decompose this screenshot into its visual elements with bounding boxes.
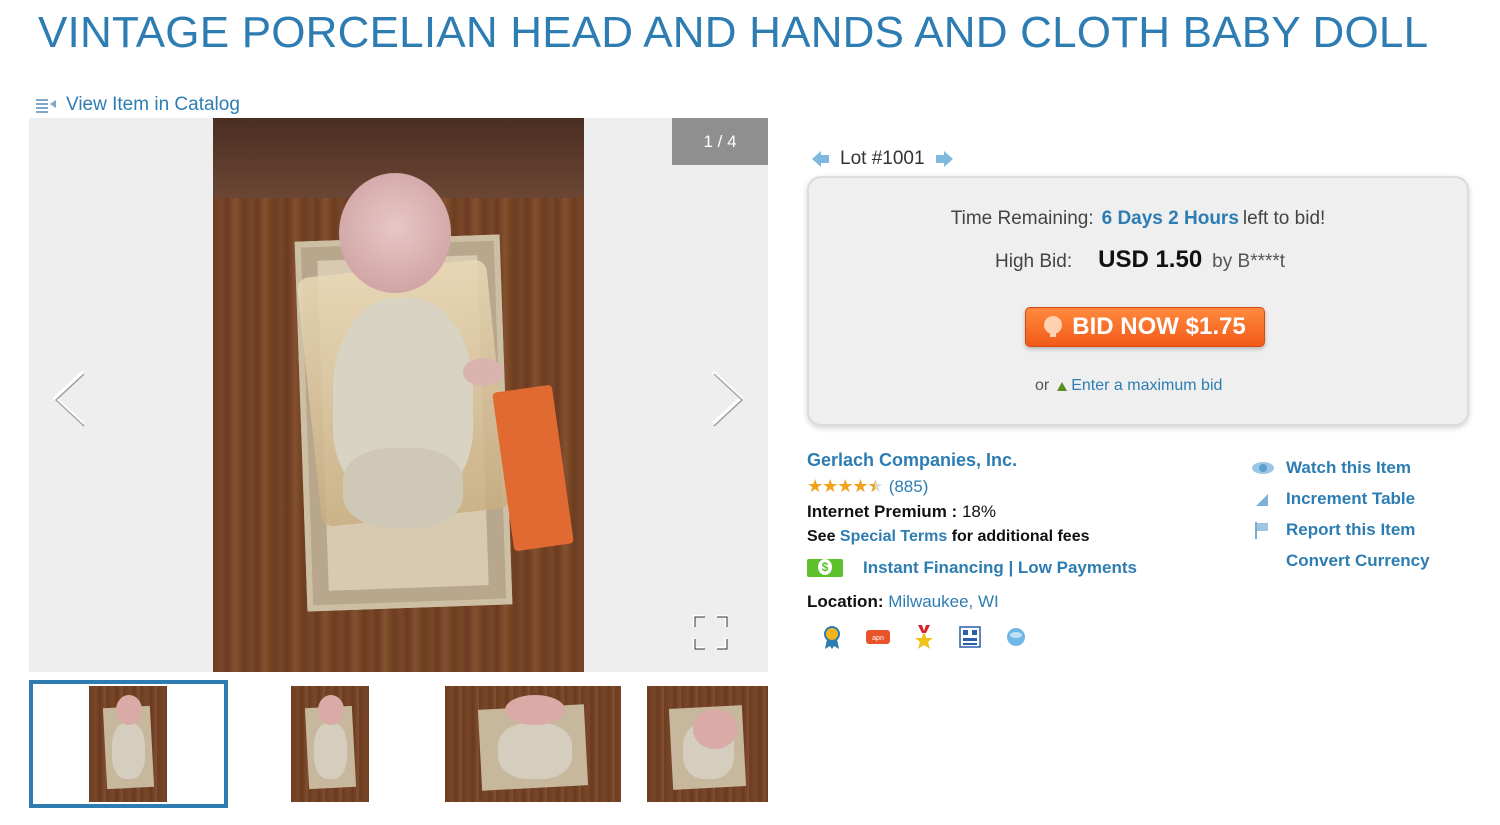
increment-table-label: Increment Table [1286,488,1416,508]
time-remaining-label: Time Remaining: [950,208,1094,229]
report-item-label: Report this Item [1286,519,1416,539]
eye-icon [1252,459,1274,477]
thumbnail-3[interactable] [445,680,622,808]
thumbnail-strip [29,680,768,810]
image-gallery: 1 / 4 [29,118,768,672]
bid-bulb-icon [1044,316,1063,338]
high-bid: High Bid: USD 1.50 by B****t [995,246,1285,274]
time-remaining-value: 6 Days 2 Hours [1101,208,1239,229]
svg-text:apn: apn [872,635,884,642]
bid-now-button[interactable]: BID NOW $1.75 [1025,307,1265,347]
terms-prefix: See [807,528,836,545]
image-counter: 1 / 4 [672,118,768,165]
globe-badge-icon[interactable] [1003,624,1029,650]
catalog-link-label: View Item in Catalog [66,94,240,115]
main-photo[interactable] [213,118,584,672]
lot-navigation: Lot #1001 [810,148,955,170]
time-remaining-suffix: left to bid! [1242,208,1326,229]
catalog-list-icon [36,98,58,113]
high-bid-label: High Bid: [995,251,1073,272]
prev-lot-arrow-icon[interactable] [810,149,830,169]
high-bid-amount: USD 1.50 [1098,246,1203,273]
location-label: Location: [807,592,884,611]
fullscreen-button[interactable] [692,614,728,650]
financing-row: Instant Financing | Low Payments [807,558,1227,578]
item-actions: Watch this Item Increment Table Report t… [1252,452,1482,576]
high-bidder: by B****t [1212,251,1286,272]
star-medal-icon[interactable] [911,624,937,650]
location: Location: Milwaukee, WI [807,592,1227,612]
premium-label: Internet Premium : [807,502,958,521]
enter-max-bid-label: Enter a maximum bid [1071,377,1223,394]
up-arrow-icon [1057,381,1068,391]
seller-info: Gerlach Companies, Inc. ★★★★★ ★★★★★ (885… [807,450,1227,650]
money-icon [807,559,843,577]
building-badge-icon[interactable] [957,624,983,650]
next-image-button[interactable] [707,368,747,428]
ribbon-badge-icon[interactable] [819,624,845,650]
thumbnail-2[interactable] [291,680,371,808]
watch-item-label: Watch this Item [1286,457,1411,477]
location-link[interactable]: Milwaukee, WI [888,592,999,611]
seller-rating: ★★★★★ ★★★★★ (885) [807,476,1227,497]
fullscreen-icon [692,614,728,650]
terms-suffix: for additional fees [951,528,1090,545]
increment-chart-icon [1252,490,1274,508]
apn-badge-icon[interactable]: apn [865,624,891,650]
special-terms: See Special Terms for additional fees [807,528,1227,546]
convert-currency-button[interactable]: Convert Currency [1252,545,1482,576]
page-title: VINTAGE PORCELIAN HEAD AND HANDS AND CLO… [38,8,1429,57]
max-bid-row: or Enter a maximum bid [1035,377,1222,395]
currency-spacer [1252,552,1274,570]
flag-icon [1252,521,1274,539]
chevron-left-icon [52,370,85,427]
bid-now-label: BID NOW $1.75 [1072,313,1246,340]
instant-financing-link[interactable]: Instant Financing | Low Payments [863,558,1137,578]
prev-image-button[interactable] [49,368,89,428]
seller-name-link[interactable]: Gerlach Companies, Inc. [807,450,1017,470]
rating-stars-icon: ★★★★★ ★★★★★ [807,476,884,496]
time-remaining: Time Remaining: 6 Days 2 Hours left to bid… [809,208,1467,230]
increment-table-button[interactable]: Increment Table [1252,483,1482,514]
watch-item-button[interactable]: Watch this Item [1252,452,1482,483]
seller-badges: apn [807,624,1227,650]
lot-number: Lot #1001 [840,148,925,169]
review-count-link[interactable]: (885) [889,477,929,497]
convert-currency-label: Convert Currency [1286,550,1430,570]
or-text: or [1035,377,1050,394]
enter-max-bid-link[interactable]: Enter a maximum bid [1057,377,1222,395]
thumbnail-1[interactable] [29,680,228,808]
chevron-right-icon [711,370,744,427]
thumbnail-4[interactable] [647,680,768,808]
report-item-button[interactable]: Report this Item [1252,514,1482,545]
special-terms-link[interactable]: Special Terms [840,528,947,545]
premium-value: 18% [961,502,996,521]
view-in-catalog-link[interactable]: View Item in Catalog [36,94,240,116]
bid-panel: Time Remaining: 6 Days 2 Hours left to bid… [807,176,1469,426]
next-lot-arrow-icon[interactable] [935,149,955,169]
internet-premium: Internet Premium : 18% [807,502,1227,522]
